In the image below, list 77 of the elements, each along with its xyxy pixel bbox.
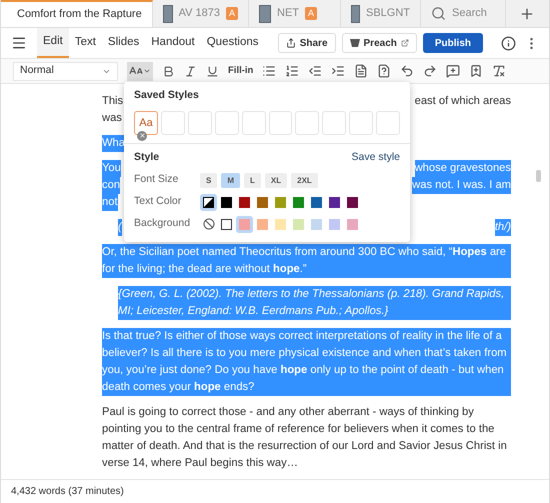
menu-tab[interactable]: Handout bbox=[145, 28, 201, 58]
remove-icon[interactable] bbox=[137, 130, 147, 141]
row-label: Font Size bbox=[134, 172, 180, 188]
add-tab-icon[interactable] bbox=[519, 6, 535, 22]
no-color-icon bbox=[202, 218, 214, 230]
pulpit-icon bbox=[350, 38, 360, 48]
menu-tab[interactable]: Questions bbox=[200, 28, 265, 58]
indent-icon[interactable] bbox=[331, 64, 346, 78]
text-fragment: was not. I was. I am bbox=[412, 177, 511, 194]
bold-icon[interactable] bbox=[162, 64, 175, 78]
paragraph-text: {Green, G. L. (2002). The letters to the Thessalonians (p. 218). Grand Rapids, MI; Leicester, England: W.B. Eerdmans Pub.; Apollos.} bbox=[118, 286, 511, 320]
tab-label: SBLGNT bbox=[366, 6, 410, 22]
share-button[interactable]: Share bbox=[278, 33, 336, 53]
numbered-list-icon[interactable] bbox=[285, 64, 300, 78]
comment-add-icon[interactable] bbox=[446, 64, 460, 78]
book-cover-icon bbox=[259, 4, 271, 22]
font-size-option[interactable]: S bbox=[200, 172, 218, 188]
paragraph-style-select[interactable]: Normal bbox=[13, 62, 118, 80]
bookmark-add-icon[interactable] bbox=[469, 64, 484, 78]
font-size-option[interactable]: M bbox=[221, 172, 240, 188]
menu-icon[interactable] bbox=[11, 35, 27, 51]
section-title: Saved Styles bbox=[134, 88, 200, 103]
preach-button[interactable]: Preach bbox=[342, 33, 417, 53]
undo-icon[interactable] bbox=[400, 64, 414, 78]
text-fragment: This bbox=[102, 94, 124, 109]
redo-icon[interactable] bbox=[423, 64, 438, 78]
info-icon[interactable] bbox=[501, 36, 516, 50]
save-style-link[interactable]: Save style bbox=[352, 150, 400, 166]
auto-color-icon bbox=[203, 196, 214, 208]
menu-tab[interactable]: Text bbox=[68, 28, 102, 58]
text-fragment: east of which areas bbox=[414, 94, 511, 109]
row-label: Background bbox=[134, 216, 192, 232]
section-title: Style bbox=[134, 150, 160, 165]
text-fragment: not bbox=[102, 194, 118, 211]
tab-badge: A bbox=[226, 7, 238, 20]
paragraph-text: Or, the Sicilian poet named Theocritus from around 300 BC who said, “Hopes are for the living; the dead are without hope.” bbox=[102, 244, 511, 278]
underline-icon[interactable] bbox=[206, 64, 219, 78]
font-size-option[interactable]: XL bbox=[264, 172, 288, 188]
clear-formatting-icon[interactable] bbox=[492, 64, 506, 78]
document-tab[interactable]: Comfort from the Rapture bbox=[1, 0, 153, 27]
italic-icon[interactable] bbox=[184, 64, 197, 78]
tab-label: Search bbox=[452, 6, 487, 22]
text-fragment: was bbox=[102, 111, 122, 126]
tab-label: AV 1873 bbox=[178, 6, 220, 22]
text-style-button[interactable] bbox=[127, 62, 153, 80]
text-fragment: con bbox=[102, 177, 120, 194]
book-cover-icon bbox=[351, 4, 360, 22]
search-icon bbox=[431, 6, 446, 21]
font-size-option[interactable]: 2XL bbox=[291, 172, 318, 188]
paragraph-text: Is that true? Is either of those ways correct interpretations of reality in the life of a believer? Is all there is to you mere physical existence and when that’s taken from you, you’re just done? Do you have hope only up to the point of death - but when death comes your hope ends? bbox=[102, 328, 511, 396]
paragraph-text: Paul is going to correct those - and any other aberrant - ways of thinking by pointing you to the central frame of reference for believers when it comes to the matter of death. And that is the resurrection of our Lord and Savior Jesus Christ in verse 14, where Paul begins this way… bbox=[102, 405, 508, 471]
row-label: Text Color bbox=[134, 194, 182, 210]
tab-label: Comfort from the Rapture bbox=[17, 7, 142, 22]
document-icon[interactable] bbox=[354, 64, 368, 78]
outdent-icon[interactable] bbox=[308, 64, 322, 78]
swatch-button[interactable] bbox=[236, 216, 253, 232]
tab-label: NET bbox=[277, 6, 299, 22]
bulleted-list-icon[interactable] bbox=[262, 64, 276, 78]
menu-tab[interactable]: Edit bbox=[37, 28, 69, 58]
chevron-down-icon bbox=[143, 67, 151, 75]
share-icon bbox=[286, 38, 296, 48]
font-size-option[interactable]: L bbox=[244, 172, 261, 188]
text-fragment: You bbox=[102, 160, 121, 177]
tab-badge: A bbox=[305, 7, 318, 20]
text-fragment: th/) bbox=[494, 219, 511, 236]
question-icon[interactable] bbox=[377, 64, 392, 78]
text-fragment: ( bbox=[118, 219, 122, 236]
book-cover-icon bbox=[163, 4, 173, 22]
external-link-icon bbox=[400, 39, 409, 47]
text-fragment: Wha bbox=[102, 135, 126, 152]
publish-button[interactable]: Publish bbox=[422, 33, 483, 53]
fill-in-button[interactable]: Fill-in bbox=[228, 64, 254, 78]
scrollbar-thumb[interactable] bbox=[536, 170, 541, 182]
word-count: 4,432 words (37 minutes) bbox=[11, 485, 124, 499]
menu-tab[interactable]: Slides bbox=[102, 28, 146, 58]
swatch-button[interactable] bbox=[200, 194, 217, 210]
text-fragment: whose gravestones bbox=[414, 160, 511, 177]
